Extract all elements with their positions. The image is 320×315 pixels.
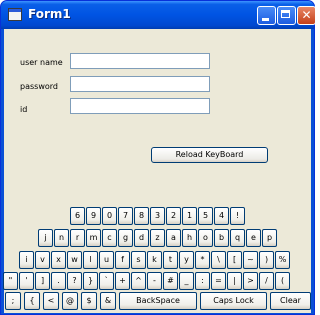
keyboard-key[interactable]: w	[67, 251, 82, 269]
keyboard-key[interactable]: !	[230, 207, 245, 225]
keyboard-key[interactable]: ~	[243, 251, 258, 269]
keyboard-key[interactable]: e	[246, 229, 261, 247]
keyboard-key[interactable]: 6	[70, 207, 85, 225]
keyboard-key[interactable]: f	[115, 251, 130, 269]
keyboard-key[interactable]: ;	[5, 292, 21, 310]
keyboard-key[interactable]: d	[134, 229, 149, 247]
keyboard-key[interactable]: u	[99, 251, 114, 269]
keyboard-key[interactable]: <	[43, 292, 59, 310]
window-title: Form1	[28, 7, 71, 21]
keyboard-key[interactable]: g	[118, 229, 133, 247]
keyboard-key[interactable]: BackSpace	[119, 292, 197, 310]
maximize-icon	[281, 10, 290, 18]
keyboard-key[interactable]: Clear	[270, 292, 311, 310]
keyboard-key[interactable]: `	[99, 272, 114, 290]
keyboard-key[interactable]: n	[54, 229, 69, 247]
keyboard-key[interactable]: 1	[182, 207, 197, 225]
keyboard-key[interactable]: =	[211, 272, 226, 290]
keyboard-key[interactable]: '	[19, 272, 34, 290]
close-icon: ✕	[301, 8, 312, 22]
id-label: id	[20, 105, 28, 114]
keyboard-key[interactable]: _	[179, 272, 194, 290]
username-label: user name	[20, 58, 63, 67]
keyboard-key[interactable]: q	[230, 229, 245, 247]
keyboard-key[interactable]: z	[150, 229, 165, 247]
keyboard-key[interactable]: s	[131, 251, 146, 269]
keyboard-key[interactable]: &	[100, 292, 116, 310]
id-field[interactable]	[70, 98, 210, 114]
keyboard-key[interactable]: +	[115, 272, 130, 290]
keyboard-key[interactable]: ]	[35, 272, 50, 290]
keyboard-key[interactable]: }	[83, 272, 98, 290]
keyboard-key[interactable]: 5	[198, 207, 213, 225]
keyboard-key[interactable]: 4	[214, 207, 229, 225]
minimize-icon	[262, 18, 269, 21]
minimize-button[interactable]	[257, 6, 276, 25]
keyboard-key[interactable]: -	[147, 272, 162, 290]
keyboard-key[interactable]: 9	[86, 207, 101, 225]
keyboard-key[interactable]: .	[51, 272, 66, 290]
keyboard-key[interactable]: \	[211, 251, 226, 269]
username-field[interactable]	[70, 53, 210, 69]
maximize-button[interactable]	[277, 6, 296, 25]
keyboard-key[interactable]: t	[163, 251, 178, 269]
keyboard-key[interactable]: @	[62, 292, 78, 310]
keyboard-key[interactable]: v	[35, 251, 50, 269]
keyboard-key[interactable]: b	[214, 229, 229, 247]
password-label: password	[20, 82, 58, 91]
keyboard-key[interactable]: k	[147, 251, 162, 269]
password-field[interactable]	[70, 76, 210, 92]
keyboard-key[interactable]: :	[195, 272, 210, 290]
keyboard-key[interactable]: y	[179, 251, 194, 269]
keyboard-key[interactable]: l	[83, 251, 98, 269]
keyboard-key[interactable]: i	[19, 251, 34, 269]
form-client-area: user name password id Reload KeyBoard 69…	[3, 29, 311, 313]
keyboard-key[interactable]: a	[166, 229, 181, 247]
reload-keyboard-button[interactable]: Reload KeyBoard	[151, 147, 268, 163]
keyboard-key[interactable]: "	[3, 272, 18, 290]
keyboard-key[interactable]: Caps Lock	[200, 292, 267, 310]
keyboard-key[interactable]: ^	[131, 272, 146, 290]
keyboard-key[interactable]: 0	[102, 207, 117, 225]
keyboard-key[interactable]: j	[38, 229, 53, 247]
keyboard-key[interactable]: #	[163, 272, 178, 290]
form1-window: Form1 ✕ user name password id Reload Key…	[0, 0, 316, 315]
close-button[interactable]: ✕	[297, 6, 316, 25]
keyboard-key[interactable]: *	[195, 251, 210, 269]
keyboard-key[interactable]: m	[86, 229, 101, 247]
title-bar[interactable]: Form1 ✕	[1, 1, 316, 29]
keyboard-key[interactable]: c	[102, 229, 117, 247]
keyboard-key[interactable]: >	[243, 272, 258, 290]
keyboard-key[interactable]: x	[51, 251, 66, 269]
keyboard-key[interactable]: p	[262, 229, 277, 247]
keyboard-key[interactable]: r	[70, 229, 85, 247]
keyboard-key[interactable]: /	[259, 272, 274, 290]
keyboard-key[interactable]: [	[227, 251, 242, 269]
keyboard-key[interactable]: 7	[118, 207, 133, 225]
keyboard-key[interactable]: $	[81, 292, 97, 310]
keyboard-key[interactable]: {	[24, 292, 40, 310]
app-window-icon	[8, 8, 22, 21]
keyboard-key[interactable]: h	[182, 229, 197, 247]
keyboard-key[interactable]: (	[275, 272, 290, 290]
keyboard-key[interactable]: )	[259, 251, 274, 269]
keyboard-key[interactable]: ?	[67, 272, 82, 290]
keyboard-key[interactable]: %	[275, 251, 290, 269]
keyboard-key[interactable]: o	[198, 229, 213, 247]
keyboard-key[interactable]: |	[227, 272, 242, 290]
keyboard-key[interactable]: 3	[150, 207, 165, 225]
keyboard-key[interactable]: 2	[166, 207, 181, 225]
keyboard-key[interactable]: 8	[134, 207, 149, 225]
